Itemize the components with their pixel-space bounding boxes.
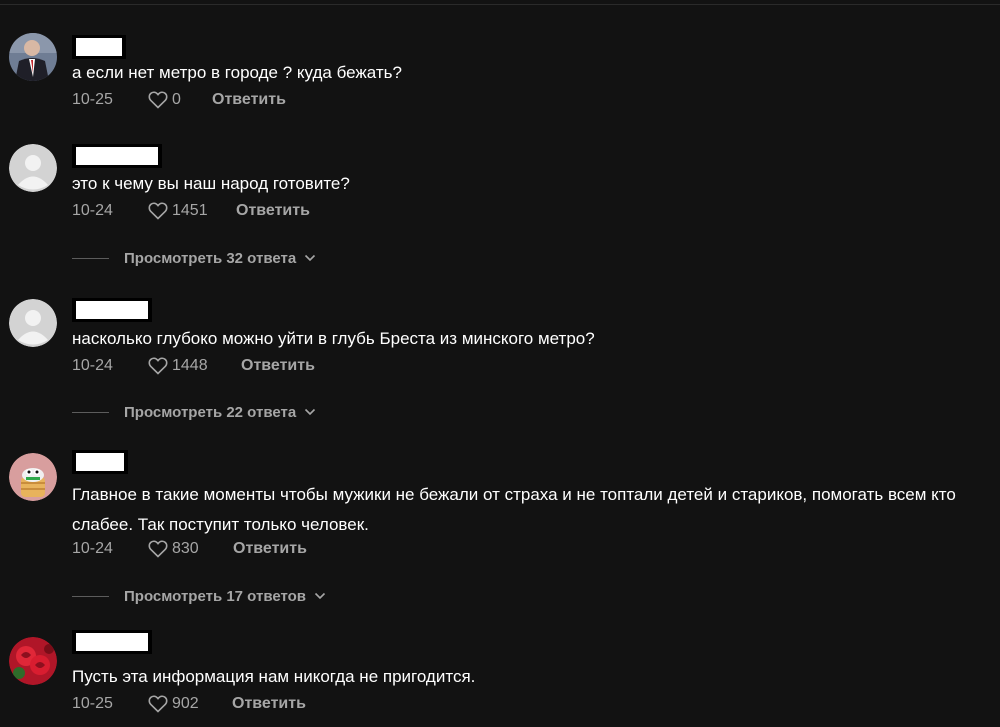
heart-outline-icon [148,357,168,375]
replies-divider [72,595,109,597]
view-replies-label: Просмотреть 17 ответов [124,587,307,605]
username-redacted [72,35,126,59]
heart-outline-icon [148,695,168,713]
comment-text: Пусть эта информация нам никогда не приг… [72,667,476,686]
comment-meta: 10-24 1451 Ответить [72,199,310,223]
chevron-down-icon [314,592,326,600]
like-count: 1451 [172,202,208,219]
comment-meta: 10-24 1448 Ответить [72,354,315,378]
chevron-down-icon [305,254,316,262]
username-redacted [72,298,152,322]
comment-meta: 10-25 0 Ответить [72,88,286,112]
chevron-down-icon [305,408,316,416]
reply-button[interactable]: Ответить [236,202,310,220]
avatar[interactable] [9,453,57,501]
comment-date: 10-24 [72,202,113,219]
view-replies-label: Просмотреть 32 ответа [124,249,297,267]
like-count: 0 [172,91,181,108]
like-button[interactable]: 1448 [148,357,241,375]
like-count: 830 [172,540,199,557]
avatar[interactable] [9,33,57,81]
comment-meta: 10-25 902 Ответить [72,692,306,716]
reply-button[interactable]: Ответить [212,91,286,109]
like-count: 902 [172,695,199,712]
default-user-avatar-icon[interactable] [9,299,57,347]
replies-divider [72,257,109,259]
comment-text: Главное в такие моменты чтобы мужики не … [72,485,956,534]
reply-button[interactable]: Ответить [233,540,307,558]
comment-meta: 10-24 830 Ответить [72,537,307,561]
avatar[interactable] [9,637,57,685]
comment-date: 10-24 [72,540,113,557]
comment-text: а если нет метро в городе ? куда бежать? [72,63,402,82]
replies-divider [72,411,109,413]
heart-outline-icon [148,202,168,220]
heart-outline-icon [148,540,168,558]
username-redacted [72,450,128,474]
heart-outline-icon [148,91,168,109]
comment-date: 10-24 [72,357,113,374]
like-button[interactable]: 1451 [148,202,236,220]
comment-text: это к чему вы наш народ готовите? [72,174,350,193]
like-button[interactable]: 902 [148,695,232,713]
username-redacted [72,630,152,654]
view-replies-button[interactable]: Просмотреть 17 ответов [72,585,326,607]
view-replies-label: Просмотреть 22 ответа [124,403,297,421]
like-count: 1448 [172,357,208,374]
like-button[interactable]: 0 [148,91,212,109]
comment-date: 10-25 [72,695,113,712]
default-user-avatar-icon[interactable] [9,144,57,192]
comment-text: насколько глубоко можно уйти в глубь Бре… [72,329,595,348]
view-replies-button[interactable]: Просмотреть 32 ответа [72,247,316,269]
view-replies-button[interactable]: Просмотреть 22 ответа [72,401,316,423]
reply-button[interactable]: Ответить [241,357,315,375]
top-divider [0,4,1000,5]
username-redacted [72,144,162,168]
reply-button[interactable]: Ответить [232,695,306,713]
comment-date: 10-25 [72,91,113,108]
like-button[interactable]: 830 [148,540,233,558]
